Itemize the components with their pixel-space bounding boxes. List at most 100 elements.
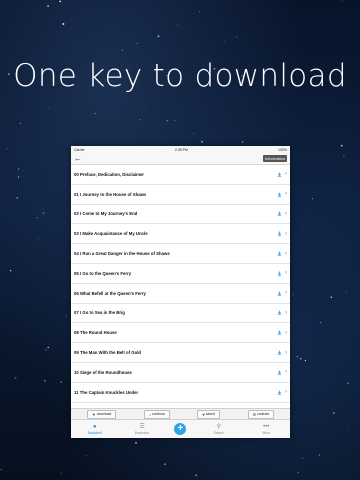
row-actions: › — [277, 389, 287, 395]
tab-search-label: Search — [213, 430, 224, 435]
star — [27, 422, 29, 424]
chapter-title: 01 I Journey to the House of Shaws — [74, 191, 147, 197]
tab-bar: ● Bookshelf ☰ Bookstore + ⚲ Search ••• M… — [71, 419, 290, 438]
chapter-title: 11 The Captain Knuckles Under — [74, 389, 139, 395]
chevron-right-icon: › — [285, 230, 287, 237]
row-actions: › — [277, 290, 287, 296]
star — [195, 474, 197, 476]
star — [320, 322, 322, 324]
star — [38, 237, 40, 239]
star — [136, 42, 138, 45]
tab-more-label: More — [262, 430, 270, 435]
star — [4, 117, 6, 119]
download-icon[interactable] — [277, 192, 282, 197]
tab-bookstore-label: Bookstore — [134, 430, 150, 435]
chapter-row[interactable]: 04 I Run a Great Danger in the House of … — [71, 244, 290, 264]
tab-search[interactable]: ⚲ Search — [204, 424, 234, 435]
contract-label: contract — [257, 412, 270, 416]
star — [236, 36, 238, 38]
star — [222, 47, 224, 48]
star — [65, 315, 67, 316]
download-button[interactable]: ▼ download — [86, 409, 117, 419]
tab-bookshelf[interactable]: ● Bookshelf — [80, 424, 110, 435]
star — [42, 212, 45, 215]
chapter-list: 00 Preface, Dedication, Disclaimer › 01 I … — [71, 165, 290, 408]
chapter-title: 09 The Man With the Belt of Gold — [74, 350, 142, 356]
books-icon: ☰ — [139, 423, 145, 430]
chapter-row[interactable]: 03 I Make Acquaintance of My Uncle › — [71, 224, 290, 245]
star — [224, 40, 226, 43]
row-actions: › — [277, 231, 287, 237]
row-actions: › — [277, 330, 287, 336]
chapter-row[interactable]: 10 Siege of the Roundhouse › — [71, 363, 290, 383]
chapter-row[interactable]: 08 The Round House › — [71, 323, 290, 344]
chevron-right-icon: › — [285, 290, 287, 297]
download-icon[interactable] — [277, 330, 282, 335]
star — [253, 6, 254, 8]
star — [189, 452, 191, 453]
continue-button[interactable]: ♪ continue — [143, 409, 170, 419]
chapter-row[interactable]: 05 I Go to the Queen's Ferry › — [71, 264, 290, 284]
star — [6, 148, 8, 150]
chapter-row[interactable]: 06 What Befell at the Queen's Ferry › — [71, 284, 290, 304]
tab-bookshelf-label: Bookshelf — [87, 430, 102, 435]
star — [135, 442, 137, 444]
tab-more[interactable]: ••• More — [251, 424, 281, 435]
battery-label: 100% — [278, 147, 287, 152]
star — [22, 170, 24, 172]
information-button[interactable]: Information — [262, 155, 287, 162]
chapter-title: 03 I Make Acquaintance of My Uncle — [74, 231, 148, 237]
star — [241, 141, 244, 143]
add-button[interactable]: + — [174, 423, 187, 435]
download-icon[interactable] — [277, 271, 282, 276]
star — [296, 356, 299, 358]
star — [14, 377, 17, 379]
search-icon: ⚲ — [216, 423, 222, 430]
star — [16, 197, 18, 199]
settings-icon: ⚙ — [252, 411, 257, 417]
star — [47, 346, 49, 349]
chapter-title: 02 I Come to My Journey's End — [74, 211, 138, 217]
download-icon[interactable] — [277, 211, 282, 217]
chapter-title: 00 Preface, Dedication, Disclaimer — [74, 171, 144, 177]
chapter-row[interactable]: 07 I Go to Sea in the Brig › — [71, 304, 290, 324]
star — [201, 140, 203, 143]
row-actions: › — [277, 310, 287, 316]
star — [301, 457, 304, 459]
chapter-title: 05 I Go to the Queen's Ferry — [74, 270, 132, 276]
nav-bar: ← Information — [71, 153, 290, 165]
row-actions: › — [277, 191, 287, 197]
star — [47, 5, 49, 7]
download-icon[interactable] — [277, 172, 282, 177]
download-icon[interactable] — [277, 390, 282, 395]
back-arrow-icon[interactable]: ← — [74, 154, 82, 163]
action-bar: ▼ download ♪ continue ♥ saved ⚙ contract — [71, 408, 290, 419]
star — [343, 155, 345, 157]
download-icon[interactable] — [277, 251, 282, 256]
download-icon[interactable] — [277, 370, 282, 375]
download-icon[interactable] — [277, 291, 282, 296]
chapter-row[interactable]: 02 I Come to My Journey's End › — [71, 205, 290, 225]
star — [59, 0, 62, 3]
chevron-right-icon: › — [285, 171, 287, 178]
star — [19, 122, 21, 124]
star — [60, 381, 62, 383]
star — [192, 133, 194, 135]
star — [129, 119, 131, 121]
star — [40, 157, 41, 158]
chapter-row[interactable]: 09 The Man With the Belt of Gold › — [71, 343, 290, 363]
star — [60, 17, 61, 19]
chapter-row[interactable]: 01 I Journey to the House of Shaws › — [71, 185, 290, 205]
contract-button[interactable]: ⚙ contract — [247, 409, 275, 419]
chevron-right-icon: › — [285, 389, 287, 396]
star — [86, 455, 87, 456]
star — [348, 428, 349, 430]
saved-button[interactable]: ♥ saved — [197, 409, 220, 419]
tab-bookstore[interactable]: ☰ Bookstore — [127, 424, 157, 435]
download-icon[interactable] — [277, 350, 282, 355]
download-icon[interactable] — [277, 310, 282, 316]
star — [9, 269, 12, 272]
chapter-row[interactable]: 00 Preface, Dedication, Disclaimer › — [71, 165, 290, 185]
download-icon[interactable] — [277, 231, 282, 236]
chapter-row[interactable]: 11 The Captain Knuckles Under › — [71, 383, 290, 403]
